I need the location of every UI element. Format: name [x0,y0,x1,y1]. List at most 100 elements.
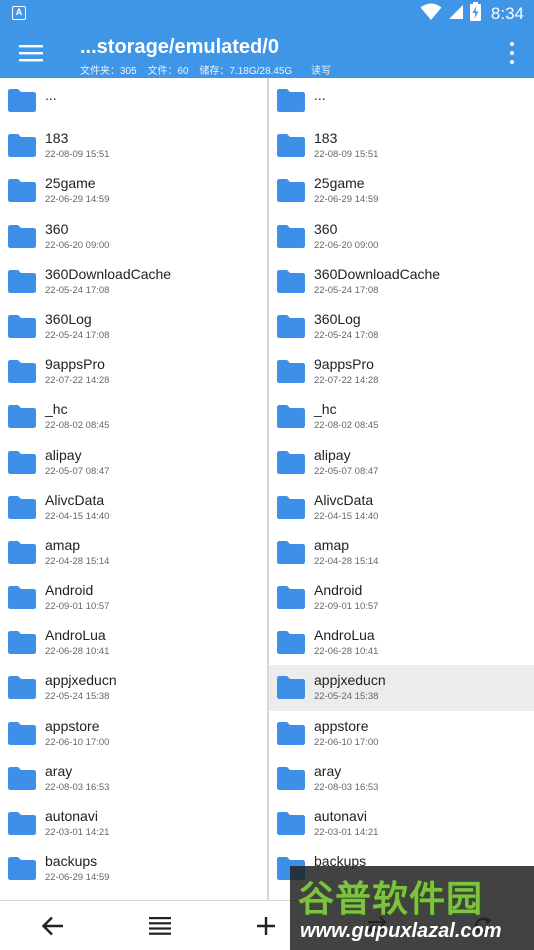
parent-directory-row[interactable]: ... [0,78,267,123]
folder-row[interactable]: AlivcData 22-04-15 14:40 [0,485,267,530]
folder-modified-date: 22-05-07 08:47 [314,465,379,477]
menu-button[interactable] [14,38,48,68]
folder-modified-date: 22-05-24 15:38 [45,691,110,703]
read-write-mode: 读写 [310,66,331,77]
folder-row[interactable]: amap 22-04-28 15:14 [269,530,534,575]
folder-name: 9appsPro [314,356,374,373]
more-options-button[interactable] [500,40,524,66]
folder-name: appjxeducn [314,672,386,689]
folder-modified-date: 22-04-28 15:14 [45,555,110,567]
folder-row[interactable]: Android 22-09-01 10:57 [0,575,267,620]
folder-modified-date: 22-03-01 14:21 [45,827,110,838]
folder-modified-date: 22-08-02 08:45 [45,420,110,432]
folder-modified-date: 22-07-22 14:28 [314,375,379,387]
folder-name: 360 [45,220,69,237]
storage-usage: 储存：7.18G/28.45G [199,66,293,77]
folder-name: 360 [314,220,338,237]
folder-icon [277,405,305,429]
folder-row[interactable]: alipay 22-05-07 08:47 [0,440,267,485]
folder-row[interactable]: AndroLua 22-06-28 10:41 [0,620,267,665]
folder-row[interactable]: 360DownloadCache 22-05-24 17:08 [269,259,534,304]
folder-icon [8,631,36,655]
folder-icon [277,766,305,790]
watermark-logo: 谷普软件园 [298,879,484,920]
folder-row[interactable]: 360 22-06-20 09:00 [269,214,534,259]
folder-name: amap [45,536,81,553]
folder-modified-date: 22-06-29 14:59 [314,194,379,206]
parent-directory-label: ... [314,87,326,103]
folder-modified-date: 22-06-10 17:00 [45,736,110,748]
folder-name: 360Log [45,310,92,327]
folder-row[interactable]: 9appsPro 22-07-22 14:28 [0,349,267,394]
folder-name: autonavi [314,808,367,824]
folder-row[interactable]: appstore 22-06-10 17:00 [0,711,267,756]
folder-name: autonavi [45,808,98,824]
folder-icon [8,314,36,338]
back-button[interactable] [28,901,78,950]
folder-row[interactable]: _hc 22-08-02 08:45 [269,394,534,439]
battery-charging-icon [469,2,481,26]
folder-row[interactable]: aray 22-08-03 16:53 [269,756,534,801]
folder-row[interactable]: 360 22-06-20 09:00 [0,214,267,259]
right-file-pane: ... 183 22-08-09 15:51 25game 22-06-29 14:5… [269,78,534,900]
folder-modified-date: 22-08-03 16:53 [45,781,110,793]
folder-name: AlivcData [45,491,105,508]
folder-row[interactable]: aray 22-08-03 16:53 [0,756,267,801]
folder-row[interactable]: appjxeducn 22-05-24 15:38 [269,665,534,711]
folder-row[interactable]: 25game 22-06-29 14:59 [269,168,534,213]
folder-row[interactable]: amap 22-04-28 15:14 [0,530,267,575]
folder-row[interactable]: 360Log 22-05-24 17:08 [0,304,267,349]
folder-row[interactable]: autonavi 22-03-01 14:21 [269,801,534,846]
folder-icon [8,766,36,790]
folder-icon [8,450,36,474]
folder-row[interactable]: alipay 22-05-07 08:47 [269,440,534,485]
folder-modified-date: 22-06-29 14:59 [45,872,110,884]
folder-row[interactable]: appjxeducn 22-05-24 15:38 [0,665,267,710]
folder-row[interactable]: 360Log 22-05-24 17:08 [269,304,534,349]
parent-directory-row[interactable]: ... [269,78,534,123]
folder-icon [277,812,305,835]
folder-modified-date: 22-03-01 14:21 [314,827,379,838]
folder-modified-date: 22-04-15 14:40 [45,510,110,522]
folder-row[interactable]: appstore 22-06-10 17:00 [269,711,534,756]
folder-name: appstore [314,717,369,734]
folder-icon [8,495,36,519]
folder-modified-date: 22-06-28 10:41 [45,646,110,658]
folder-row[interactable]: autonavi 22-03-01 14:21 [0,801,267,846]
folder-icon [277,540,305,564]
folder-modified-date: 22-05-24 15:38 [314,691,379,703]
folder-row[interactable]: _hc 22-08-02 08:45 [0,394,267,439]
folder-modified-date: 22-06-20 09:00 [45,239,110,251]
folder-row[interactable]: backups 22-06-29 14:59 [0,846,267,891]
view-mode-button[interactable] [135,901,185,950]
storage-summary: 文件夹：305 文件：60 储存：7.18G/28.45G 读写 [80,62,339,77]
folder-icon [8,812,36,835]
folder-row[interactable]: AndroLua 22-06-28 10:41 [269,620,534,665]
folder-modified-date: 22-05-07 08:47 [45,465,110,477]
folder-modified-date: 22-06-20 09:00 [314,239,379,251]
folder-row[interactable]: AlivcData 22-04-15 14:40 [269,485,534,530]
folder-modified-date: 22-06-28 10:41 [314,646,379,658]
add-icon [257,917,275,935]
folder-icon [8,540,36,564]
current-path-title[interactable]: ...storage/emulated/0 [80,36,279,59]
app-notification-icon: A [12,6,26,20]
folder-row[interactable]: Android 22-09-01 10:57 [269,575,534,620]
folder-icon [277,450,305,474]
folder-row[interactable]: 360DownloadCache 22-05-24 17:08 [0,259,267,304]
folder-modified-date: 22-05-24 17:08 [314,284,379,296]
folder-icon [277,586,305,610]
folder-row[interactable]: 183 22-08-09 15:51 [0,123,267,168]
add-button[interactable] [241,901,291,950]
folder-name: 360DownloadCache [45,265,172,282]
folder-name: 25game [45,175,96,192]
folder-name: _hc [45,401,68,418]
folder-name: alipay [45,446,82,463]
folder-name: 183 [314,130,338,147]
folder-name: 360Log [314,310,361,327]
folder-row[interactable]: 25game 22-06-29 14:59 [0,168,267,213]
folder-row[interactable]: 183 22-08-09 15:51 [269,123,534,168]
folder-icon [277,134,305,158]
folder-row[interactable]: 9appsPro 22-07-22 14:28 [269,349,534,394]
folder-name: 183 [45,130,69,147]
